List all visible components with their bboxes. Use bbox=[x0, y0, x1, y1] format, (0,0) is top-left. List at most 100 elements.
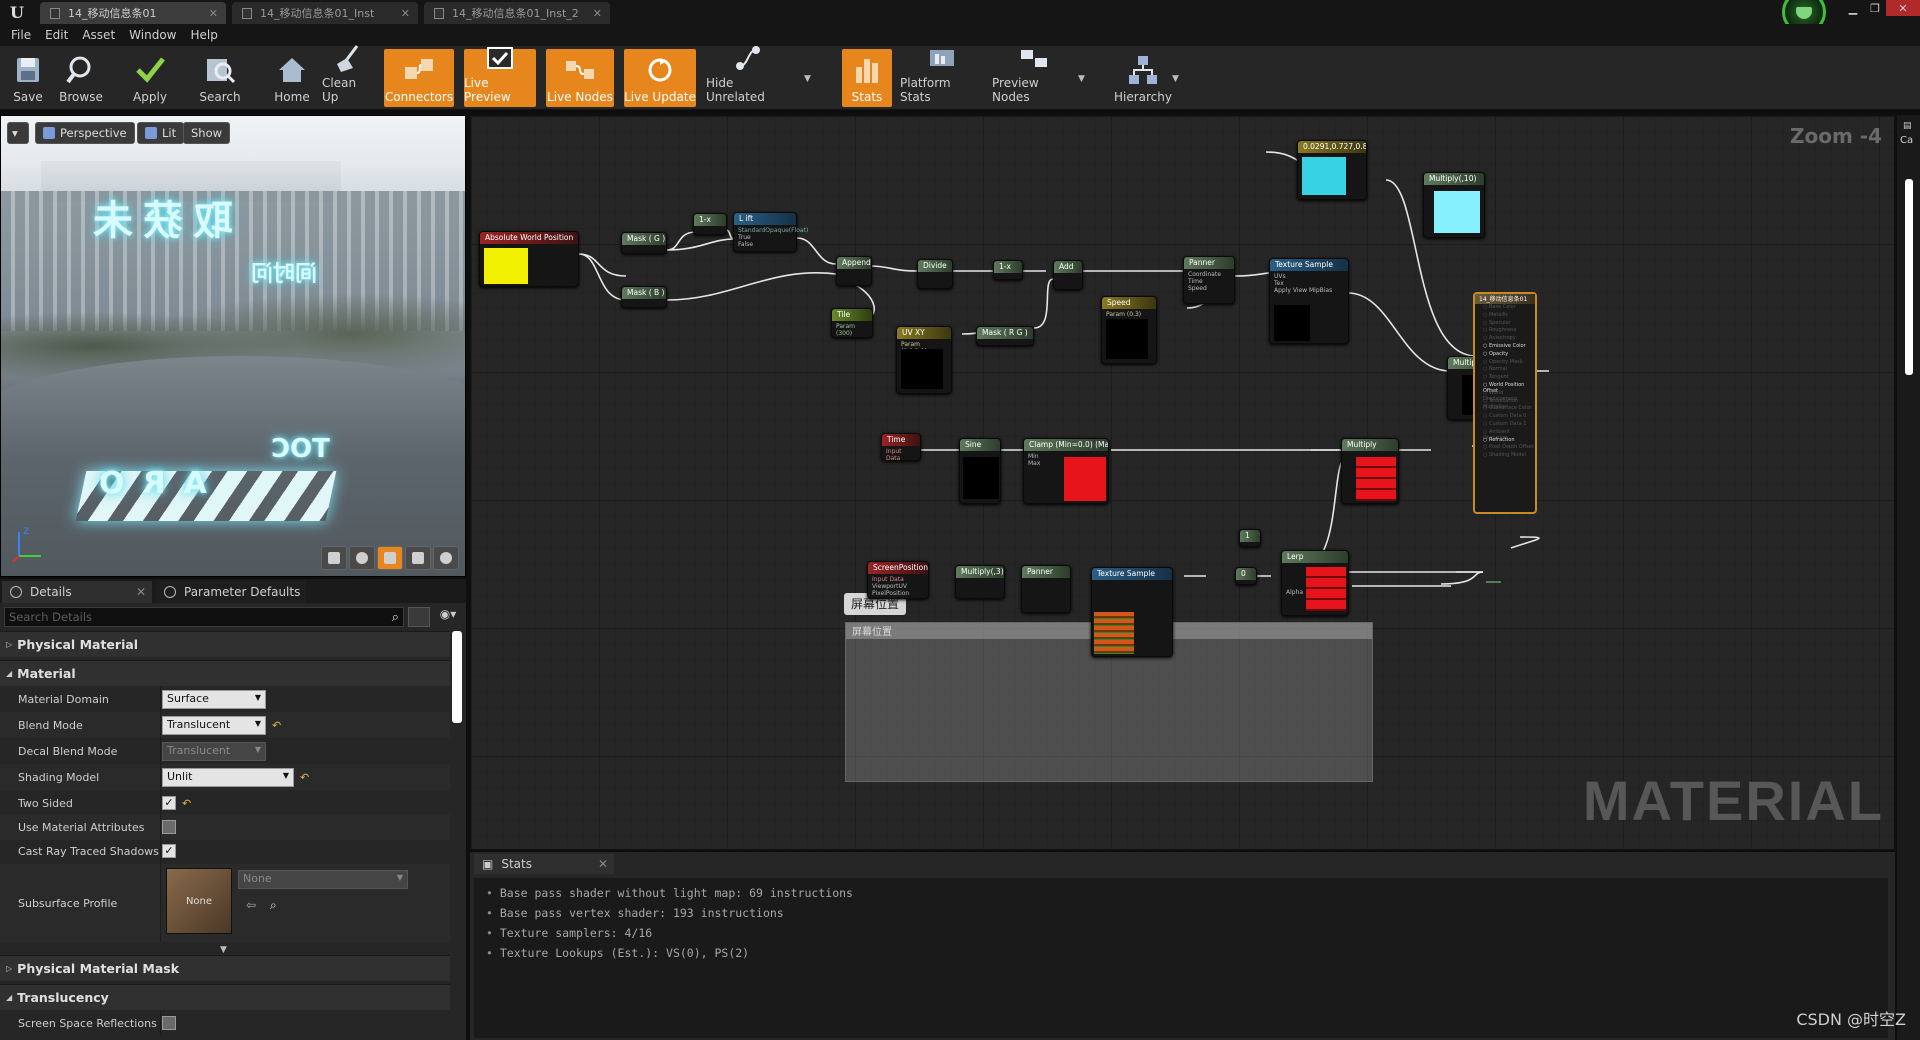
result-pin[interactable]: ○ Tessellation Multiplier bbox=[1475, 398, 1535, 410]
window-close-icon[interactable]: ✕ bbox=[1886, 0, 1920, 16]
palette-tab-label[interactable]: Ca bbox=[1897, 135, 1920, 146]
subsurface-thumbnail[interactable]: None bbox=[166, 868, 232, 934]
shading-model-combo[interactable]: Unlit ▼ bbox=[162, 767, 294, 787]
document-tab-2[interactable]: 14_移动信息条01_Inst ✕ bbox=[232, 2, 418, 24]
node-one-minus[interactable]: 1-x bbox=[693, 213, 727, 235]
preview-viewport[interactable]: 取获未 间时问 ARO TOC ▾ Perspective Lit Show Z bbox=[0, 115, 466, 577]
close-icon[interactable]: ✕ bbox=[401, 7, 410, 20]
live-update-button[interactable]: Live Update bbox=[624, 49, 696, 107]
result-pin[interactable]: ○ Subsurface Color bbox=[1475, 405, 1535, 413]
menu-file[interactable]: File bbox=[4, 28, 38, 42]
perspective-button[interactable]: Perspective bbox=[35, 122, 135, 144]
result-pin[interactable]: ○ Opacity bbox=[1475, 351, 1535, 359]
node-divide[interactable]: Divide bbox=[917, 259, 953, 289]
category-material[interactable]: ◢ Material bbox=[0, 660, 450, 686]
stats-button[interactable]: Stats bbox=[842, 49, 892, 107]
node-multiply-b[interactable]: Multiply bbox=[1341, 438, 1399, 504]
sphere-preview-button[interactable] bbox=[349, 546, 375, 570]
result-pin[interactable]: ○ Emissive Color bbox=[1475, 343, 1535, 351]
menu-window[interactable]: Window bbox=[122, 28, 183, 42]
reset-to-default-icon[interactable]: ↶ bbox=[182, 797, 191, 810]
tab-parameter-defaults[interactable]: Parameter Defaults bbox=[156, 581, 306, 603]
result-pin[interactable]: ○ Shading Model bbox=[1475, 452, 1535, 460]
connectors-button[interactable]: Connectors bbox=[384, 49, 454, 107]
menu-asset[interactable]: Asset bbox=[75, 28, 122, 42]
close-icon[interactable]: ✕ bbox=[136, 585, 146, 599]
live-preview-button[interactable]: Live Preview bbox=[464, 47, 536, 107]
result-pin[interactable]: ○ Base Color bbox=[1475, 304, 1535, 312]
preview-nodes-button[interactable]: Preview Nodes bbox=[992, 49, 1076, 107]
cube-preview-button[interactable] bbox=[405, 546, 431, 570]
result-pin[interactable]: ○ Refraction bbox=[1475, 437, 1535, 445]
menu-edit[interactable]: Edit bbox=[38, 28, 75, 42]
result-pin[interactable]: ○ Ambient Occlusion bbox=[1475, 429, 1535, 441]
node-add[interactable]: Add bbox=[1053, 260, 1083, 290]
document-tab-1[interactable]: 14_移动信息条01 ✕ bbox=[40, 2, 226, 24]
result-pin[interactable]: ○ Anisotropy bbox=[1475, 335, 1535, 343]
result-pin[interactable]: ○ Custom Data 1 bbox=[1475, 421, 1535, 429]
eye-icon[interactable]: ◉▾ bbox=[434, 607, 462, 627]
category-physical-material[interactable]: ▷ Physical Material bbox=[0, 631, 450, 657]
result-pin[interactable]: ○ Specular bbox=[1475, 320, 1535, 328]
tab-details[interactable]: Details ✕ bbox=[2, 581, 152, 603]
node-panner-2[interactable]: Panner bbox=[1021, 565, 1071, 613]
home-button[interactable]: Home bbox=[268, 49, 316, 107]
node-multiply-3[interactable]: Multiply(,3) bbox=[955, 565, 1005, 599]
result-pin[interactable]: ○ Pixel Depth Offset bbox=[1475, 444, 1535, 452]
palette-icon[interactable]: ▤ bbox=[1897, 121, 1920, 131]
apply-button[interactable]: Apply bbox=[128, 49, 172, 107]
node-color-constant[interactable]: 0.0291,0.727,0.807 bbox=[1297, 140, 1367, 200]
viewport-options-button[interactable]: ▾ bbox=[7, 122, 29, 144]
palette-scrollbar[interactable] bbox=[1905, 179, 1913, 375]
mesh-preview-button[interactable] bbox=[433, 546, 459, 570]
result-pin[interactable]: ○ Metallic bbox=[1475, 312, 1535, 320]
search-details-input[interactable]: Search Details ⌕ bbox=[4, 607, 404, 627]
node-tile-param[interactable]: Tile Param (300) bbox=[831, 308, 873, 338]
material-graph-canvas[interactable]: Zoom -4 MATERIAL 屏幕位置 屏幕位置 Absolute Worl… bbox=[470, 115, 1895, 850]
node-uvxy-param[interactable]: UV XY Param (0,0,0,0) bbox=[896, 326, 952, 394]
result-pin[interactable]: ○ World Displacement bbox=[1475, 390, 1535, 402]
property-matrix-button[interactable] bbox=[408, 607, 430, 627]
cast-ray-traced-shadows-checkbox[interactable]: ✓ bbox=[162, 844, 176, 858]
node-panner[interactable]: Panner Coordinate Time Speed bbox=[1183, 256, 1235, 304]
details-scrollbar[interactable] bbox=[452, 631, 462, 723]
chevron-down-icon[interactable]: ▼ bbox=[1078, 74, 1085, 84]
use-selected-arrow-icon[interactable]: ⇦ bbox=[246, 898, 256, 912]
node-speed-param[interactable]: Speed Param (0.3) bbox=[1101, 296, 1157, 364]
plane-preview-button[interactable] bbox=[377, 546, 403, 570]
category-translucency[interactable]: ◢ Translucency bbox=[0, 984, 450, 1010]
menu-help[interactable]: Help bbox=[183, 28, 224, 42]
hierarchy-button[interactable]: Hierarchy bbox=[1112, 49, 1174, 107]
browse-asset-icon[interactable]: ⌕ bbox=[270, 898, 277, 913]
node-material-result[interactable]: 14_移动信息条01 ○ Base Color ○ Metallic ○ Specu… bbox=[1473, 292, 1537, 514]
two-sided-checkbox[interactable]: ✓ bbox=[162, 796, 176, 810]
category-physical-material-mask[interactable]: ▷ Physical Material Mask bbox=[0, 955, 450, 981]
live-nodes-button[interactable]: Live Nodes bbox=[546, 49, 614, 107]
maximize-icon[interactable]: ❐ bbox=[1864, 0, 1886, 16]
node-one-minus-2[interactable]: 1-x bbox=[993, 260, 1023, 280]
chevron-down-icon[interactable]: ▼ bbox=[1172, 74, 1179, 84]
node-constant-1[interactable]: 1 bbox=[1239, 529, 1261, 547]
node-mask-rg[interactable]: Mask ( R G ) bbox=[976, 326, 1034, 346]
node-clamp[interactable]: Clamp (Min=0.0) (Max=1) MinMax bbox=[1023, 438, 1109, 504]
node-constant-0[interactable]: 0 bbox=[1235, 567, 1257, 585]
chevron-down-icon[interactable]: ▼ bbox=[804, 74, 811, 84]
reset-to-default-icon[interactable]: ↶ bbox=[300, 771, 309, 784]
cylinder-preview-button[interactable] bbox=[321, 546, 347, 570]
node-texture-sample-2[interactable]: Texture Sample bbox=[1091, 567, 1173, 657]
expand-advanced-icon[interactable]: ▼ bbox=[220, 945, 227, 955]
result-pin[interactable]: ○ Opacity Mask bbox=[1475, 359, 1535, 367]
node-multiply-10[interactable]: Multiply(,10) bbox=[1423, 172, 1485, 238]
platform-stats-button[interactable]: Platform Stats bbox=[900, 49, 984, 107]
reset-to-default-icon[interactable]: ↶ bbox=[272, 719, 281, 732]
document-tab-3[interactable]: 14_移动信息条01_Inst_2 ✕ bbox=[424, 2, 610, 24]
node-if[interactable]: L ift StandardOpaque(Float) True False bbox=[733, 212, 808, 252]
node-mask-g[interactable]: Mask ( G ) bbox=[621, 232, 667, 254]
close-icon[interactable]: ✕ bbox=[209, 7, 218, 20]
cleanup-button[interactable]: Clean Up bbox=[322, 45, 374, 107]
browse-button[interactable]: Browse bbox=[58, 49, 104, 107]
node-lerp[interactable]: Lerp Alpha bbox=[1281, 550, 1349, 616]
ssr-checkbox[interactable] bbox=[162, 1016, 176, 1030]
lit-button[interactable]: Lit bbox=[137, 122, 185, 144]
blend-mode-combo[interactable]: Translucent ▼ bbox=[162, 715, 266, 735]
